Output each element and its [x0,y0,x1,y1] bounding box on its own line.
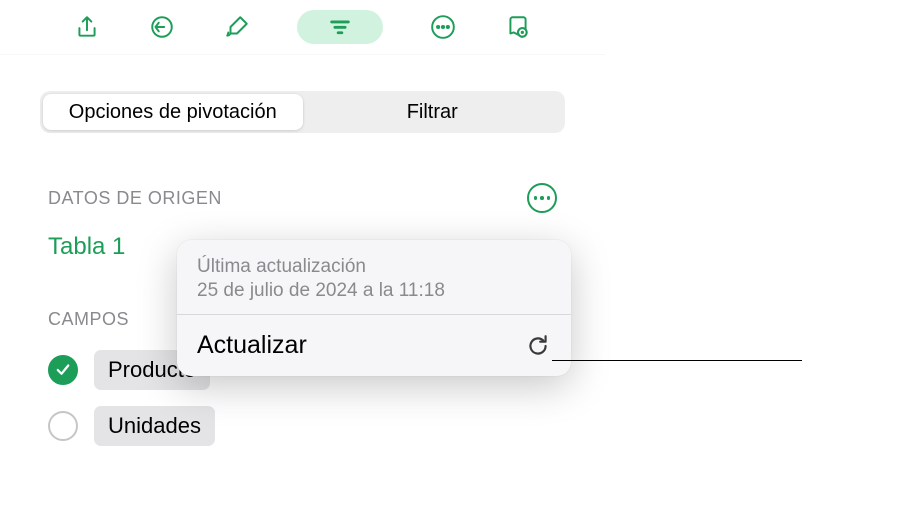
last-update-label: Última actualización [197,256,551,278]
tab-filter[interactable]: Filtrar [303,94,563,130]
filter-lines-icon [325,12,355,42]
activity-icon[interactable] [503,12,533,42]
field-checkbox[interactable] [48,355,78,385]
toolbar [0,0,605,55]
source-data-header: DATOS DE ORIGEN [48,183,557,213]
last-update-value: 25 de julio de 2024 a la 11:18 [197,280,551,302]
source-more-button[interactable] [527,183,557,213]
refresh-popover: Última actualización 25 de julio de 2024… [177,240,571,376]
field-row: Unidades [48,406,565,446]
undo-icon[interactable] [147,12,177,42]
source-data-title: DATOS DE ORIGEN [48,188,222,209]
tab-pivot-options[interactable]: Opciones de pivotación [43,94,303,130]
more-icon[interactable] [428,12,458,42]
brush-icon[interactable] [222,12,252,42]
field-chip[interactable]: Unidades [94,406,215,446]
refresh-icon [525,333,551,359]
refresh-label: Actualizar [197,331,307,360]
share-icon[interactable] [72,12,102,42]
field-checkbox[interactable] [48,411,78,441]
filter-toolbar-button[interactable] [297,10,383,44]
refresh-row[interactable]: Actualizar [177,315,571,376]
tabs-segmented: Opciones de pivotación Filtrar [40,91,565,133]
callout-line [552,360,802,361]
